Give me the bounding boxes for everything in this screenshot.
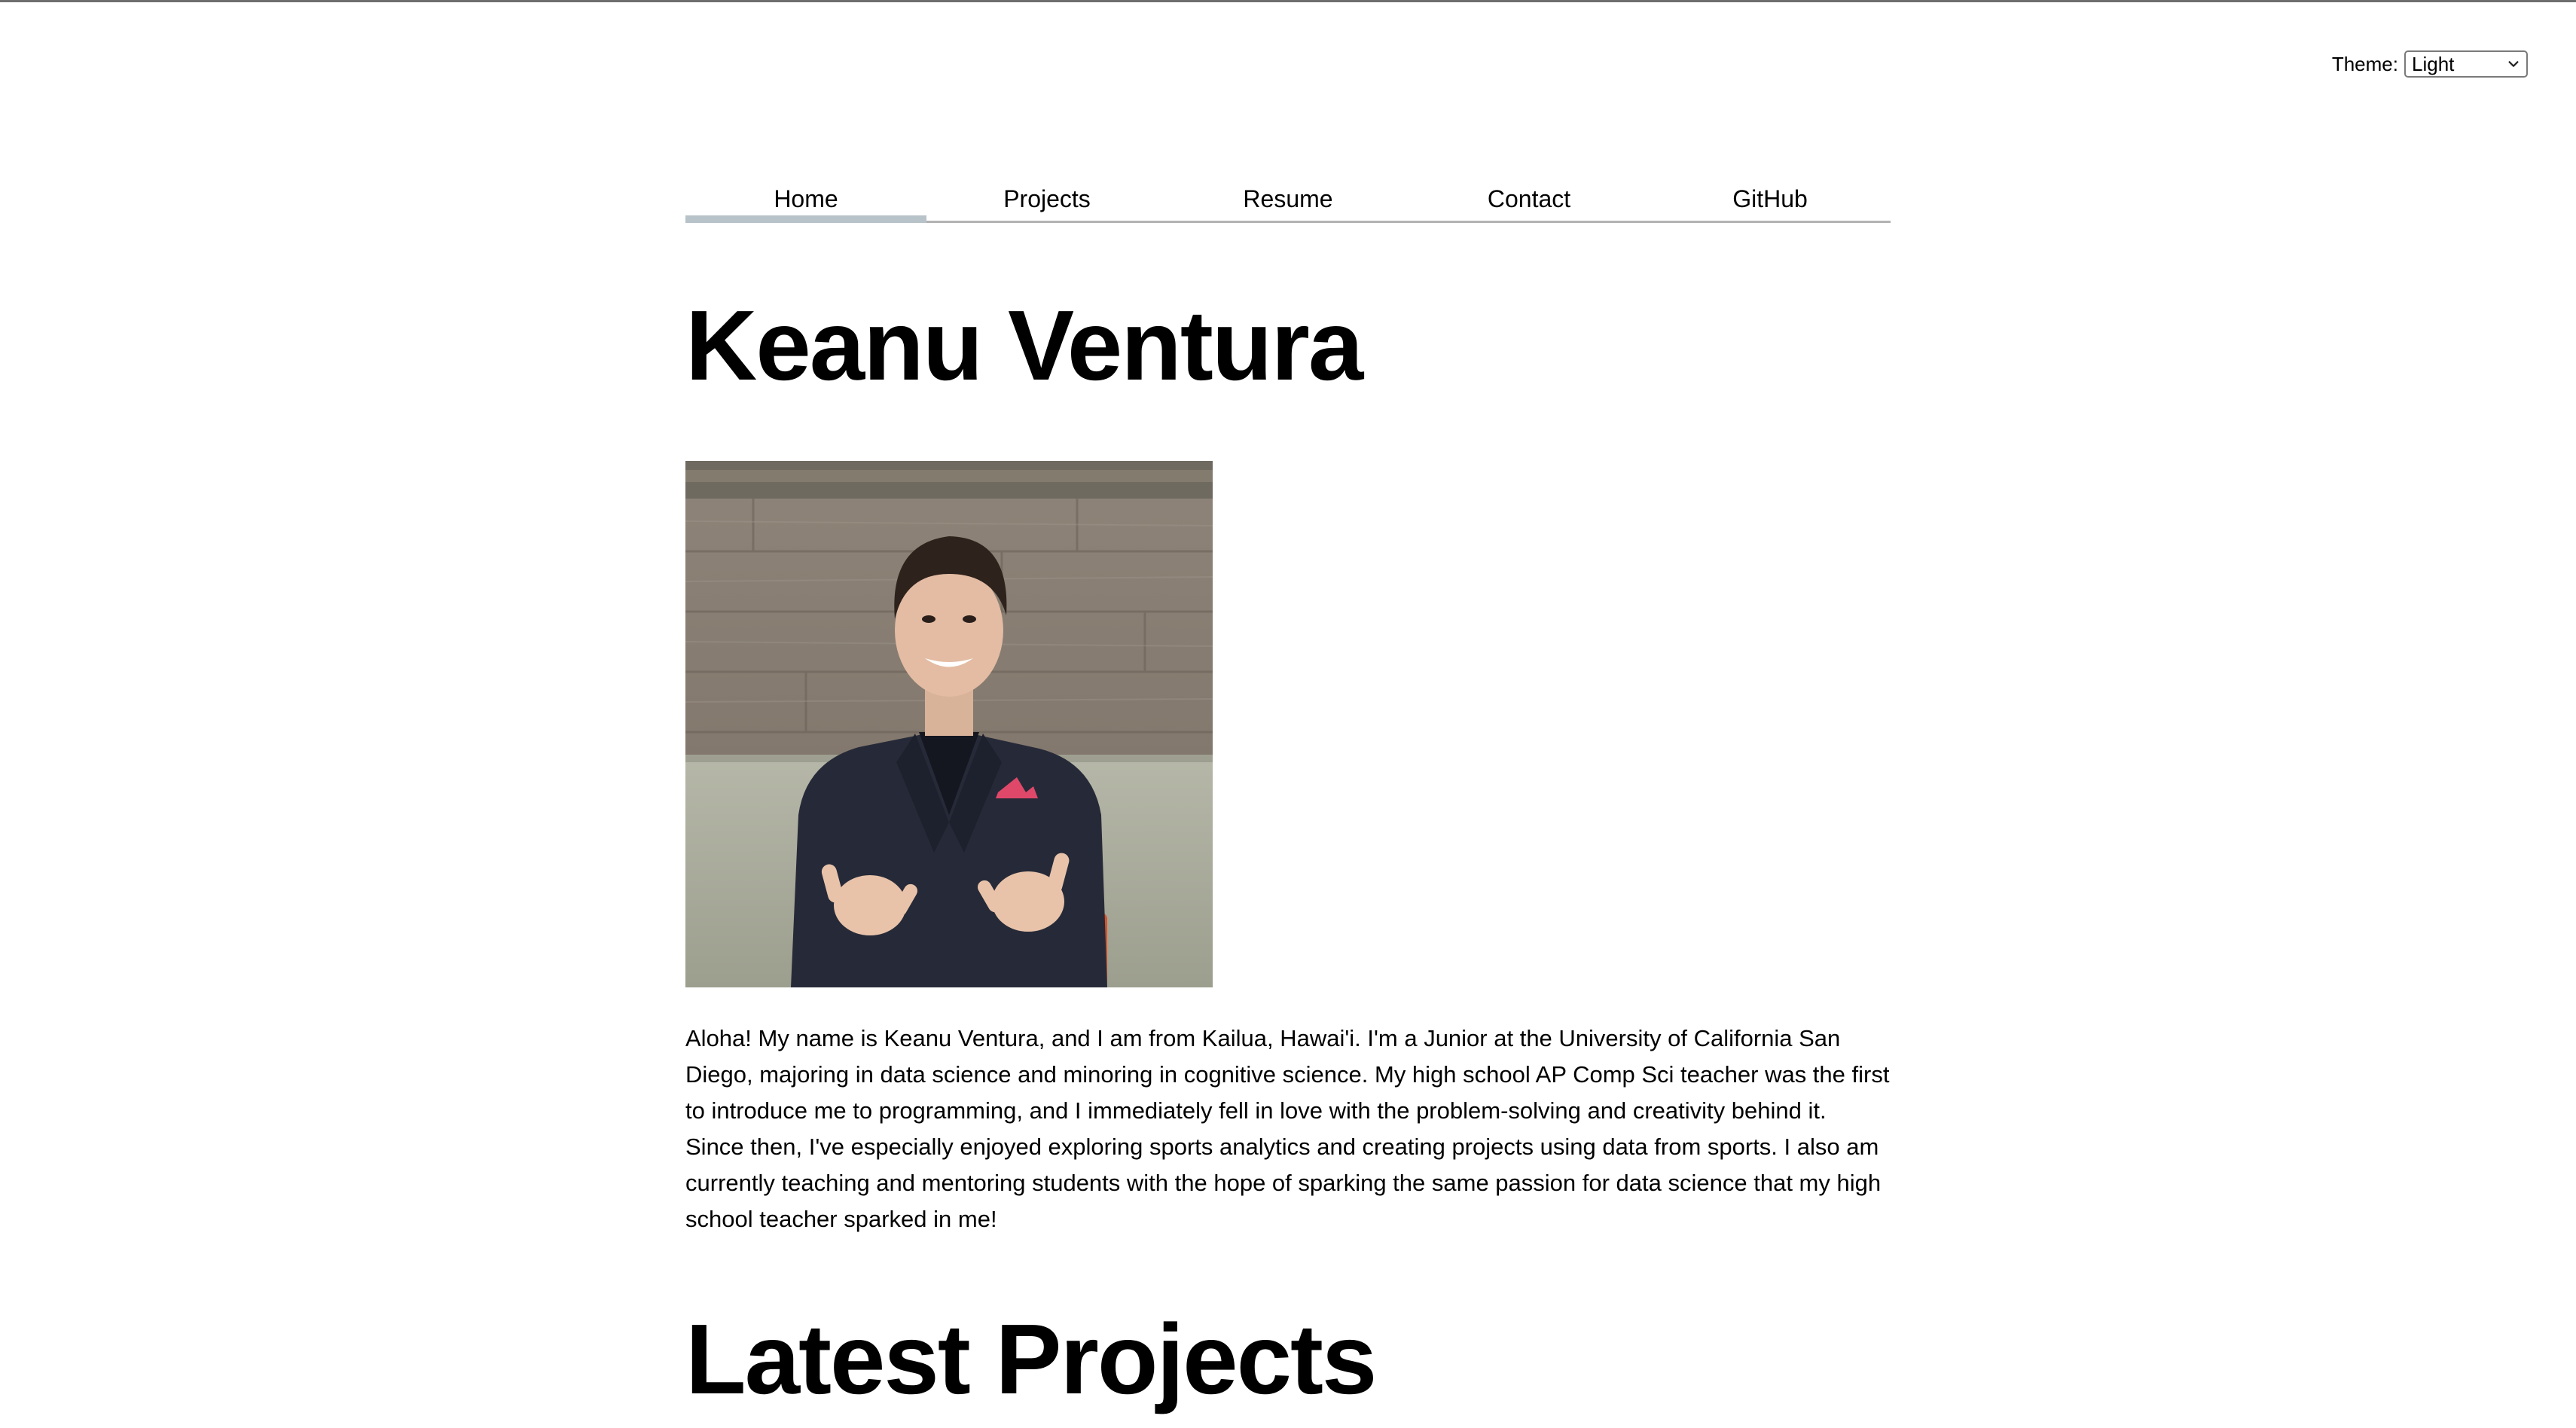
theme-select-value: Light [2412, 52, 2455, 75]
nav-tab-projects[interactable]: Projects [926, 178, 1167, 221]
theme-control: Theme: Light [2332, 50, 2528, 78]
nav-tab-label: Home [774, 185, 838, 212]
profile-photo [685, 461, 1213, 987]
theme-label: Theme: [2331, 52, 2398, 75]
nav-tab-label: Resume [1243, 185, 1333, 212]
nav-tab-github[interactable]: GitHub [1650, 178, 1891, 221]
top-navigation: Home Projects Resume Contact GitHub [685, 178, 1891, 223]
chevron-down-icon [2508, 61, 2519, 67]
nav-tab-contact[interactable]: Contact [1409, 178, 1650, 221]
nav-tab-label: Projects [1003, 185, 1091, 212]
bio-paragraph: Aloha! My name is Keanu Ventura, and I a… [685, 1025, 1890, 1232]
latest-projects-title: Latest Projects [685, 1304, 1377, 1414]
page-title: Keanu Ventura [685, 290, 1363, 401]
nav-tab-resume[interactable]: Resume [1167, 178, 1409, 221]
theme-select[interactable]: Light [2404, 50, 2528, 78]
profile-photo-illustration [685, 461, 1213, 987]
nav-tab-home[interactable]: Home [685, 178, 926, 223]
nav-tab-label: GitHub [1732, 185, 1808, 212]
nav-tab-label: Contact [1487, 185, 1571, 212]
